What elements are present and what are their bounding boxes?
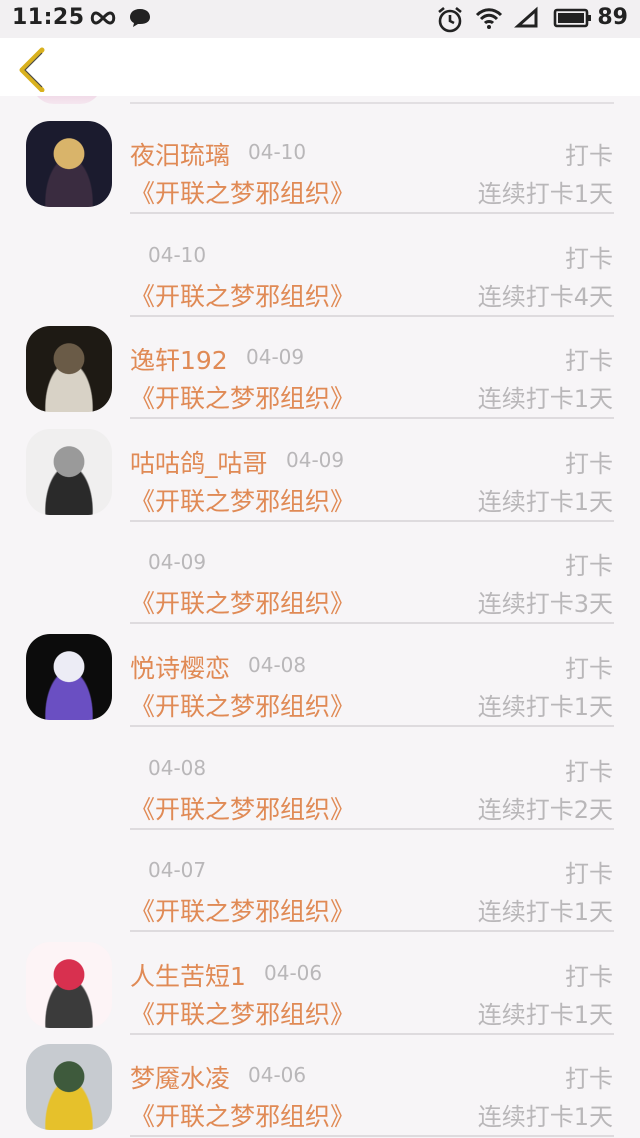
avatar[interactable] [26, 634, 112, 720]
battery-icon [553, 8, 591, 28]
checkin-list[interactable]: 夜汨琉璃 04-10 打卡 《开联之梦邪组织》 连续打卡1天 04-10 打卡 《开联之梦邪组… [0, 96, 640, 1138]
streak-text: 连续打卡3天 [477, 590, 613, 619]
wifi-icon [475, 8, 503, 29]
checkin-label: 打卡 [565, 655, 613, 683]
streak-text: 连续打卡1天 [477, 1103, 613, 1132]
checkin-date: 04-09 [246, 345, 305, 370]
user-name[interactable]: 悦诗樱恋 [130, 649, 230, 685]
avatar[interactable] [32, 96, 102, 104]
checkin-label: 打卡 [565, 449, 613, 478]
group-link[interactable]: 《开联之梦邪组织》 [130, 174, 355, 210]
message-icon [130, 9, 150, 27]
checkin-date: 04-08 [148, 755, 207, 780]
checkin-date: 04-06 [264, 960, 323, 985]
avatar[interactable] [26, 1044, 112, 1131]
group-link[interactable]: 《开联之梦邪组织》 [130, 379, 355, 415]
battery-level: 89 [597, 5, 628, 30]
checkin-date: 04-09 [286, 447, 345, 472]
infinity-icon [90, 11, 116, 25]
group-link[interactable]: 《开联之梦邪组织》 [130, 1097, 355, 1133]
list-item[interactable]: 04-08 打卡《开联之梦邪组织》 连续打卡2天 [0, 720, 640, 830]
user-name[interactable]: 逸轩192 [130, 341, 228, 377]
checkin-date: 04-08 [248, 653, 307, 677]
list-item[interactable]: 梦魇水凌 04-06 打卡《开联之梦邪组织》 连续打卡1天 [0, 1027, 640, 1138]
list-item[interactable]: 悦诗樱恋 04-08 打卡《开联之梦邪组织》 连续打卡1天 [0, 617, 640, 727]
checkin-label: 打卡 [565, 860, 613, 889]
avatar[interactable] [26, 941, 112, 1028]
checkin-label: 打卡 [565, 244, 613, 273]
user-name[interactable]: 梦魇水凌 [130, 1059, 230, 1095]
status-bar: 11:25 89 [0, 0, 640, 38]
streak-text: 连续打卡4天 [477, 282, 613, 311]
list-item[interactable]: 逸轩192 04-09 打卡《开联之梦邪组织》 连续打卡1天 [0, 309, 640, 420]
alarm-icon [438, 6, 462, 33]
checkin-date: 04-10 [148, 242, 207, 267]
group-link[interactable]: 《开联之梦邪组织》 [130, 482, 355, 518]
streak-text: 连续打卡1天 [477, 1000, 613, 1029]
checkin-date: 04-07 [148, 858, 207, 883]
list-item[interactable]: 04-09 打卡《开联之梦邪组织》 连续打卡3天 [0, 514, 640, 625]
group-link[interactable]: 《开联之梦邪组织》 [130, 995, 355, 1031]
list-item[interactable]: 咕咕鸽_咕哥 04-09 打卡《开联之梦邪组织》 连续打卡1天 [0, 412, 640, 522]
streak-text: 连续打卡1天 [477, 180, 613, 208]
checkin-date: 04-09 [148, 550, 207, 575]
group-link[interactable]: 《开联之梦邪组织》 [130, 687, 355, 723]
user-name[interactable]: 夜汨琉璃 [130, 136, 230, 172]
back-button[interactable] [12, 44, 56, 93]
chevron-left-icon [19, 47, 45, 93]
divider [130, 1135, 614, 1138]
checkin-label: 打卡 [565, 1065, 613, 1094]
streak-text: 连续打卡1天 [477, 487, 613, 516]
streak-text: 连续打卡1天 [477, 385, 613, 414]
group-link[interactable]: 《开联之梦邪组织》 [130, 584, 355, 620]
group-link[interactable]: 《开联之梦邪组织》 [130, 790, 355, 826]
streak-text: 连续打卡2天 [477, 795, 613, 824]
avatar[interactable] [26, 428, 112, 515]
list-item[interactable]: 夜汨琉璃 04-10 打卡《开联之梦邪组织》 连续打卡1天 [0, 104, 640, 214]
list-item[interactable]: 04-10 打卡《开联之梦邪组织》 连续打卡4天 [0, 207, 640, 317]
checkin-label: 打卡 [565, 962, 613, 991]
streak-text: 连续打卡1天 [477, 693, 613, 721]
checkin-date: 04-10 [248, 140, 307, 164]
group-link[interactable]: 《开联之梦邪组织》 [130, 892, 355, 928]
group-link[interactable]: 《开联之梦邪组织》 [130, 277, 355, 313]
avatar[interactable] [26, 121, 112, 207]
list-item[interactable]: 04-07 打卡《开联之梦邪组织》 连续打卡1天 [0, 822, 640, 933]
status-time: 11:25 [12, 5, 85, 30]
checkin-date: 04-06 [248, 1063, 307, 1088]
checkin-label: 打卡 [565, 757, 613, 786]
nav-bar [0, 38, 640, 96]
checkin-label: 打卡 [565, 142, 613, 170]
list-item[interactable]: 人生苦短1 04-06 打卡《开联之梦邪组织》 连续打卡1天 [0, 925, 640, 1035]
user-name[interactable]: 咕咕鸽_咕哥 [130, 444, 268, 480]
streak-text: 连续打卡1天 [477, 898, 613, 927]
checkin-label: 打卡 [565, 347, 613, 376]
checkin-label: 打卡 [565, 552, 613, 581]
user-name[interactable]: 人生苦短1 [130, 957, 246, 993]
signal-icon [514, 6, 538, 28]
avatar[interactable] [26, 326, 112, 413]
